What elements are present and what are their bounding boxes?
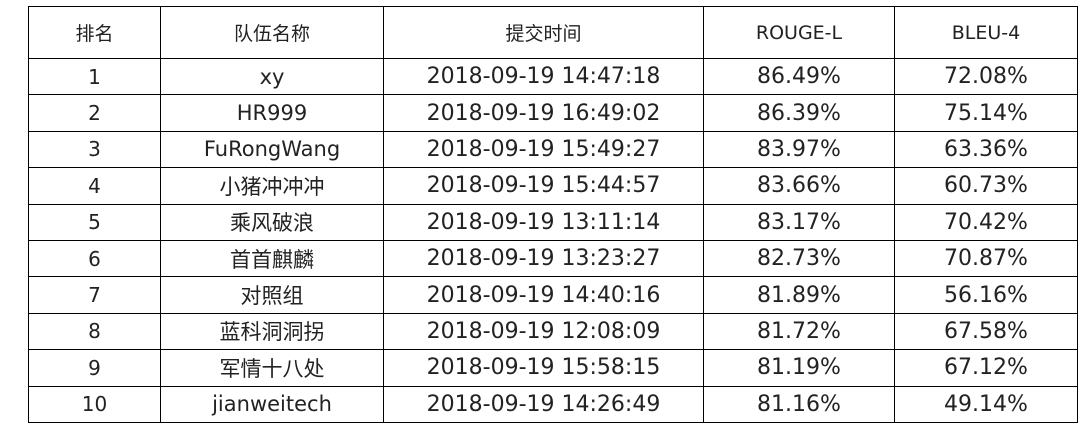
cell-bleu-4: 72.08%	[894, 57, 1078, 96]
cell-rouge-l: 83.17%	[703, 203, 895, 241]
table-row: 6 首首麒麟 2018-09-19 13:23:27 82.73% 70.87%	[28, 239, 1078, 278]
cell-submit-time: 2018-09-19 13:11:14	[383, 203, 704, 241]
cell-rouge-l: 81.89%	[703, 276, 895, 314]
cell-submit-time: 2018-09-19 16:49:02	[383, 94, 704, 132]
cell-rank: 2	[28, 94, 161, 132]
cell-submit-time: 2018-09-19 13:23:27	[383, 239, 704, 278]
cell-submit-time: 2018-09-19 12:08:09	[383, 312, 704, 351]
leaderboard-table: 排名 队伍名称 提交时间 ROUGE-L BLEU-4 1 xy 2018-09…	[28, 6, 1078, 423]
cell-team-name: jianweitech	[160, 385, 384, 423]
cell-submit-time: 2018-09-19 15:49:27	[383, 130, 704, 169]
cell-submit-time: 2018-09-19 14:40:16	[383, 276, 704, 314]
cell-rouge-l: 81.72%	[703, 312, 895, 351]
header-team-name: 队伍名称	[160, 6, 384, 59]
table-row: 8 蓝科洞洞拐 2018-09-19 12:08:09 81.72% 67.58…	[28, 312, 1078, 351]
table-header: 排名 队伍名称 提交时间 ROUGE-L BLEU-4	[28, 6, 1078, 59]
cell-bleu-4: 67.58%	[894, 312, 1078, 351]
cell-bleu-4: 49.14%	[894, 385, 1078, 423]
header-rouge-l: ROUGE-L	[703, 6, 895, 59]
cell-bleu-4: 60.73%	[894, 167, 1078, 205]
cell-rank: 7	[28, 276, 161, 314]
cell-rank: 9	[28, 349, 161, 387]
table-row: 9 军情十八处 2018-09-19 15:58:15 81.19% 67.12…	[28, 349, 1078, 387]
cell-bleu-4: 67.12%	[894, 349, 1078, 387]
cell-team-name: 蓝科洞洞拐	[160, 312, 384, 351]
cell-team-name: 对照组	[160, 276, 384, 314]
cell-submit-time: 2018-09-19 15:44:57	[383, 167, 704, 205]
cell-team-name: 军情十八处	[160, 349, 384, 387]
table-body: 1 xy 2018-09-19 14:47:18 86.49% 72.08% 2…	[28, 57, 1078, 423]
cell-rouge-l: 81.19%	[703, 349, 895, 387]
cell-team-name: FuRongWang	[160, 130, 384, 169]
cell-rouge-l: 86.39%	[703, 94, 895, 132]
cell-team-name: 小猪冲冲冲	[160, 167, 384, 205]
cell-bleu-4: 70.87%	[894, 239, 1078, 278]
cell-submit-time: 2018-09-19 15:58:15	[383, 349, 704, 387]
cell-rouge-l: 83.66%	[703, 167, 895, 205]
table-row: 7 对照组 2018-09-19 14:40:16 81.89% 56.16%	[28, 276, 1078, 314]
table-row: 10 jianweitech 2018-09-19 14:26:49 81.16…	[28, 385, 1078, 423]
cell-team-name: 首首麒麟	[160, 239, 384, 278]
header-bleu-4: BLEU-4	[894, 6, 1078, 59]
cell-rank: 4	[28, 167, 161, 205]
cell-rank: 5	[28, 203, 161, 241]
cell-team-name: xy	[160, 57, 384, 96]
header-submit-time: 提交时间	[383, 6, 704, 59]
table-row: 4 小猪冲冲冲 2018-09-19 15:44:57 83.66% 60.73…	[28, 167, 1078, 205]
cell-rank: 3	[28, 130, 161, 169]
cell-submit-time: 2018-09-19 14:26:49	[383, 385, 704, 423]
cell-rank: 1	[28, 57, 161, 96]
cell-rouge-l: 81.16%	[703, 385, 895, 423]
header-row: 排名 队伍名称 提交时间 ROUGE-L BLEU-4	[28, 6, 1078, 59]
cell-rouge-l: 83.97%	[703, 130, 895, 169]
cell-rank: 6	[28, 239, 161, 278]
leaderboard-container: 排名 队伍名称 提交时间 ROUGE-L BLEU-4 1 xy 2018-09…	[28, 6, 1078, 423]
cell-team-name: HR999	[160, 94, 384, 132]
table-row: 2 HR999 2018-09-19 16:49:02 86.39% 75.14…	[28, 94, 1078, 132]
cell-bleu-4: 70.42%	[894, 203, 1078, 241]
cell-bleu-4: 56.16%	[894, 276, 1078, 314]
cell-rouge-l: 82.73%	[703, 239, 895, 278]
cell-rank: 10	[28, 385, 161, 423]
cell-team-name: 乘风破浪	[160, 203, 384, 241]
cell-bleu-4: 63.36%	[894, 130, 1078, 169]
cell-rouge-l: 86.49%	[703, 57, 895, 96]
cell-rank: 8	[28, 312, 161, 351]
table-row: 5 乘风破浪 2018-09-19 13:11:14 83.17% 70.42%	[28, 203, 1078, 241]
cell-bleu-4: 75.14%	[894, 94, 1078, 132]
table-row: 3 FuRongWang 2018-09-19 15:49:27 83.97% …	[28, 130, 1078, 169]
table-row: 1 xy 2018-09-19 14:47:18 86.49% 72.08%	[28, 57, 1078, 96]
header-rank: 排名	[28, 6, 161, 59]
cell-submit-time: 2018-09-19 14:47:18	[383, 57, 704, 96]
